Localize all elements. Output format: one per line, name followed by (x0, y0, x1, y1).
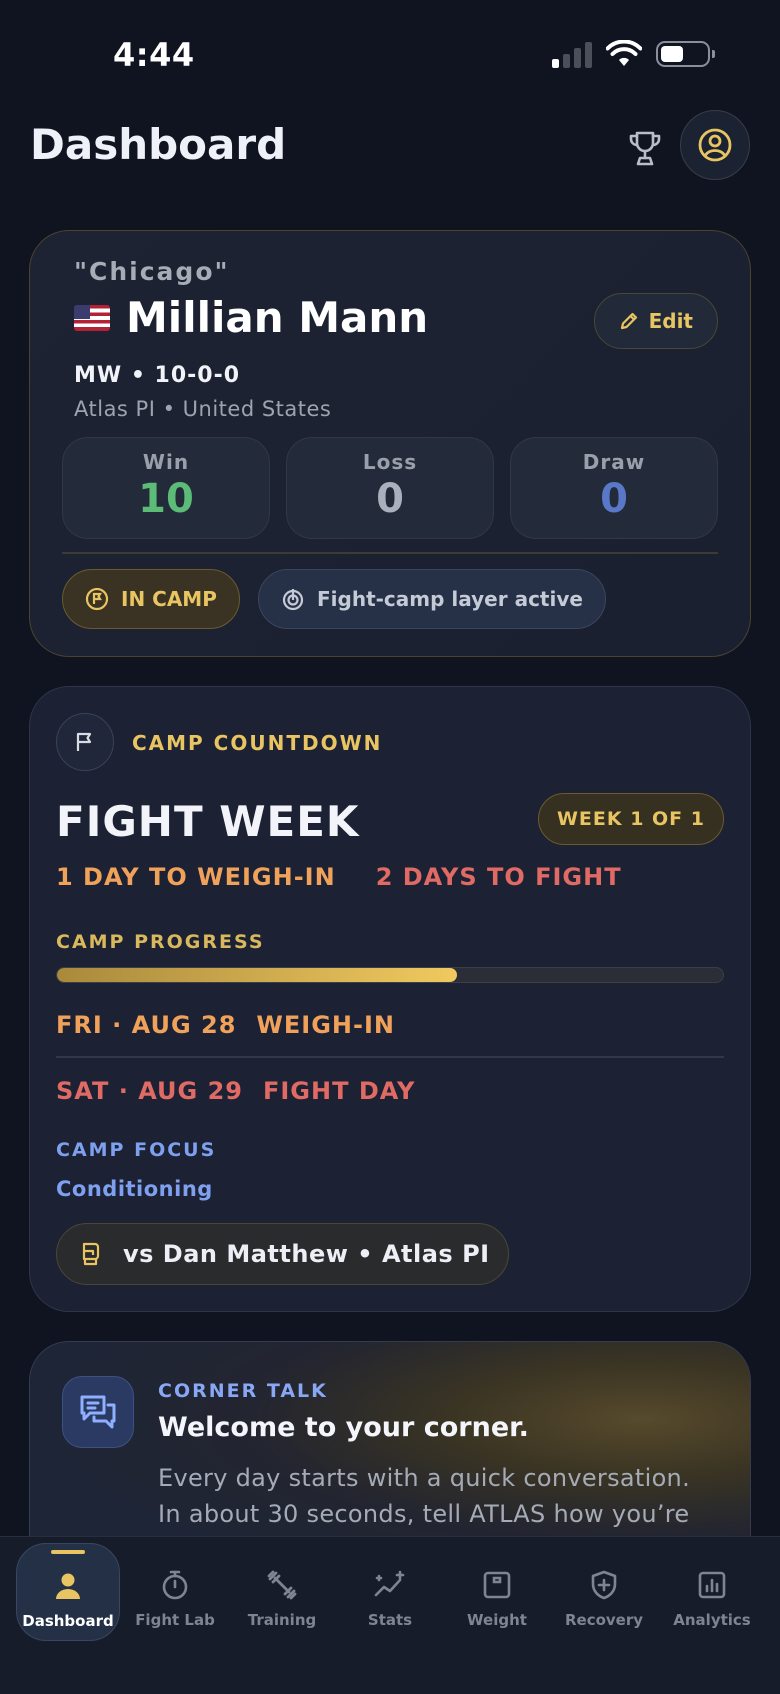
stopwatch-icon (162, 1570, 188, 1600)
bottom-tab-bar: Dashboard Fight Lab Training Stats Weigh… (0, 1536, 780, 1694)
user-icon (56, 1573, 80, 1599)
scale-icon (483, 1571, 511, 1599)
corner-talk-title: Welcome to your corner. (158, 1412, 529, 1443)
tab-weight[interactable]: Weight (445, 1543, 549, 1641)
flag-icon (76, 732, 92, 751)
win-value: 10 (138, 476, 194, 522)
opponent-label: vs Dan Matthew • Atlas PI (123, 1240, 490, 1268)
camp-progress-fill (57, 968, 457, 982)
tab-stats-label: Stats (367, 1611, 413, 1629)
chat-bubbles-icon (80, 1395, 116, 1429)
loss-stat: Loss 0 (286, 437, 494, 539)
camp-progress-bar (56, 967, 724, 983)
divider (56, 1056, 724, 1058)
fighter-name-row: Millian Mann (74, 293, 428, 342)
fighter-name: Millian Mann (126, 293, 429, 342)
win-stat: Win 10 (62, 437, 270, 539)
days-to-weigh-in: 1 DAY TO WEIGH-IN (56, 863, 336, 891)
loss-value: 0 (376, 476, 404, 522)
days-to-fight: 2 DAYS TO FIGHT (375, 863, 622, 891)
camp-badge-icon (85, 587, 109, 611)
tab-fight-lab[interactable]: Fight Lab (123, 1543, 227, 1641)
weigh-in-row: FRI · AUG 28 WEIGH-IN (56, 1011, 395, 1039)
tab-training-label: Training (247, 1611, 317, 1629)
win-label: Win (142, 450, 190, 474)
status-time: 4:44 (113, 36, 195, 74)
weigh-in-date: FRI · AUG 28 (56, 1011, 237, 1039)
fight-date: SAT · AUG 29 (56, 1077, 243, 1105)
divider (62, 552, 718, 554)
draw-label: Draw (582, 450, 646, 474)
chat-icon-wrap (62, 1376, 134, 1448)
week-badge: WEEK 1 OF 1 (537, 793, 724, 845)
camp-focus-label: CAMP FOCUS (56, 1139, 217, 1161)
bar-chart-icon (698, 1571, 726, 1599)
camp-focus-value: Conditioning (56, 1177, 213, 1201)
fight-camp-layer-label: Fight-camp layer active (317, 587, 583, 611)
tab-recovery[interactable]: Recovery (552, 1543, 656, 1641)
fighter-nickname: "Chicago" (74, 257, 230, 286)
loss-label: Loss (362, 450, 418, 474)
trophy-button[interactable] (620, 124, 670, 174)
status-icons (552, 40, 715, 68)
pencil-icon (620, 312, 637, 330)
glove-icon (82, 1242, 100, 1266)
in-camp-label: IN CAMP (121, 587, 217, 611)
edit-profile-button[interactable]: Edit (593, 293, 718, 349)
camp-phase-title: FIGHT WEEK (56, 797, 360, 846)
tab-training[interactable]: Training (230, 1543, 334, 1641)
tab-dashboard[interactable]: Dashboard (16, 1543, 120, 1641)
us-flag-icon (74, 304, 110, 331)
trend-sparkle-icon (374, 1570, 405, 1597)
status-bar: 4:44 (0, 0, 780, 110)
signal-icon (552, 40, 592, 68)
weigh-in-label: WEIGH-IN (256, 1011, 395, 1039)
tab-recovery-label: Recovery (564, 1611, 644, 1629)
tab-analytics-label: Analytics (673, 1611, 751, 1629)
tab-analytics[interactable]: Analytics (660, 1543, 764, 1641)
camp-countdown-card: CAMP COUNTDOWN FIGHT WEEK WEEK 1 OF 1 1 … (29, 686, 751, 1312)
fight-day-label: FIGHT DAY (262, 1077, 416, 1105)
trophy-icon (629, 131, 661, 166)
days-remaining-row: 1 DAY TO WEIGH-IN 2 DAYS TO FIGHT (56, 863, 622, 891)
wifi-icon (606, 40, 642, 66)
dumbbell-icon (267, 1570, 297, 1600)
shield-plus-icon (591, 1570, 617, 1600)
page-title: Dashboard (30, 120, 287, 169)
camp-countdown-kicker: CAMP COUNTDOWN (132, 731, 383, 755)
fight-camp-layer-chip[interactable]: Fight-camp layer active (258, 569, 606, 629)
corner-talk-kicker: CORNER TALK (158, 1380, 328, 1402)
fighter-record: MW • 10-0-0 (74, 363, 241, 388)
fighter-profile-card: "Chicago" Millian Mann Edit MW • 10-0-0 … (29, 230, 751, 657)
fight-day-row: SAT · AUG 29 FIGHT DAY (56, 1077, 415, 1105)
tab-weight-label: Weight (467, 1611, 527, 1629)
corner-talk-body: Every day starts with a quick conversati… (158, 1464, 690, 1528)
radar-icon (282, 589, 304, 611)
profile-button[interactable] (680, 110, 750, 180)
flag-icon-wrap (56, 713, 114, 771)
user-circle-icon (698, 128, 732, 162)
camp-progress-label: CAMP PROGRESS (56, 931, 265, 953)
fighter-affiliation: Atlas PI • United States (74, 397, 332, 421)
draw-stat: Draw 0 (510, 437, 718, 539)
header: Dashboard (0, 110, 780, 190)
battery-icon (656, 41, 715, 67)
tab-stats[interactable]: Stats (338, 1543, 442, 1641)
tab-fight-lab-label: Fight Lab (135, 1611, 215, 1629)
draw-value: 0 (600, 476, 628, 522)
tab-dashboard-label: Dashboard (22, 1612, 114, 1630)
edit-label: Edit (648, 309, 693, 333)
opponent-chip[interactable]: vs Dan Matthew • Atlas PI (56, 1223, 509, 1285)
in-camp-chip[interactable]: IN CAMP (62, 569, 240, 629)
